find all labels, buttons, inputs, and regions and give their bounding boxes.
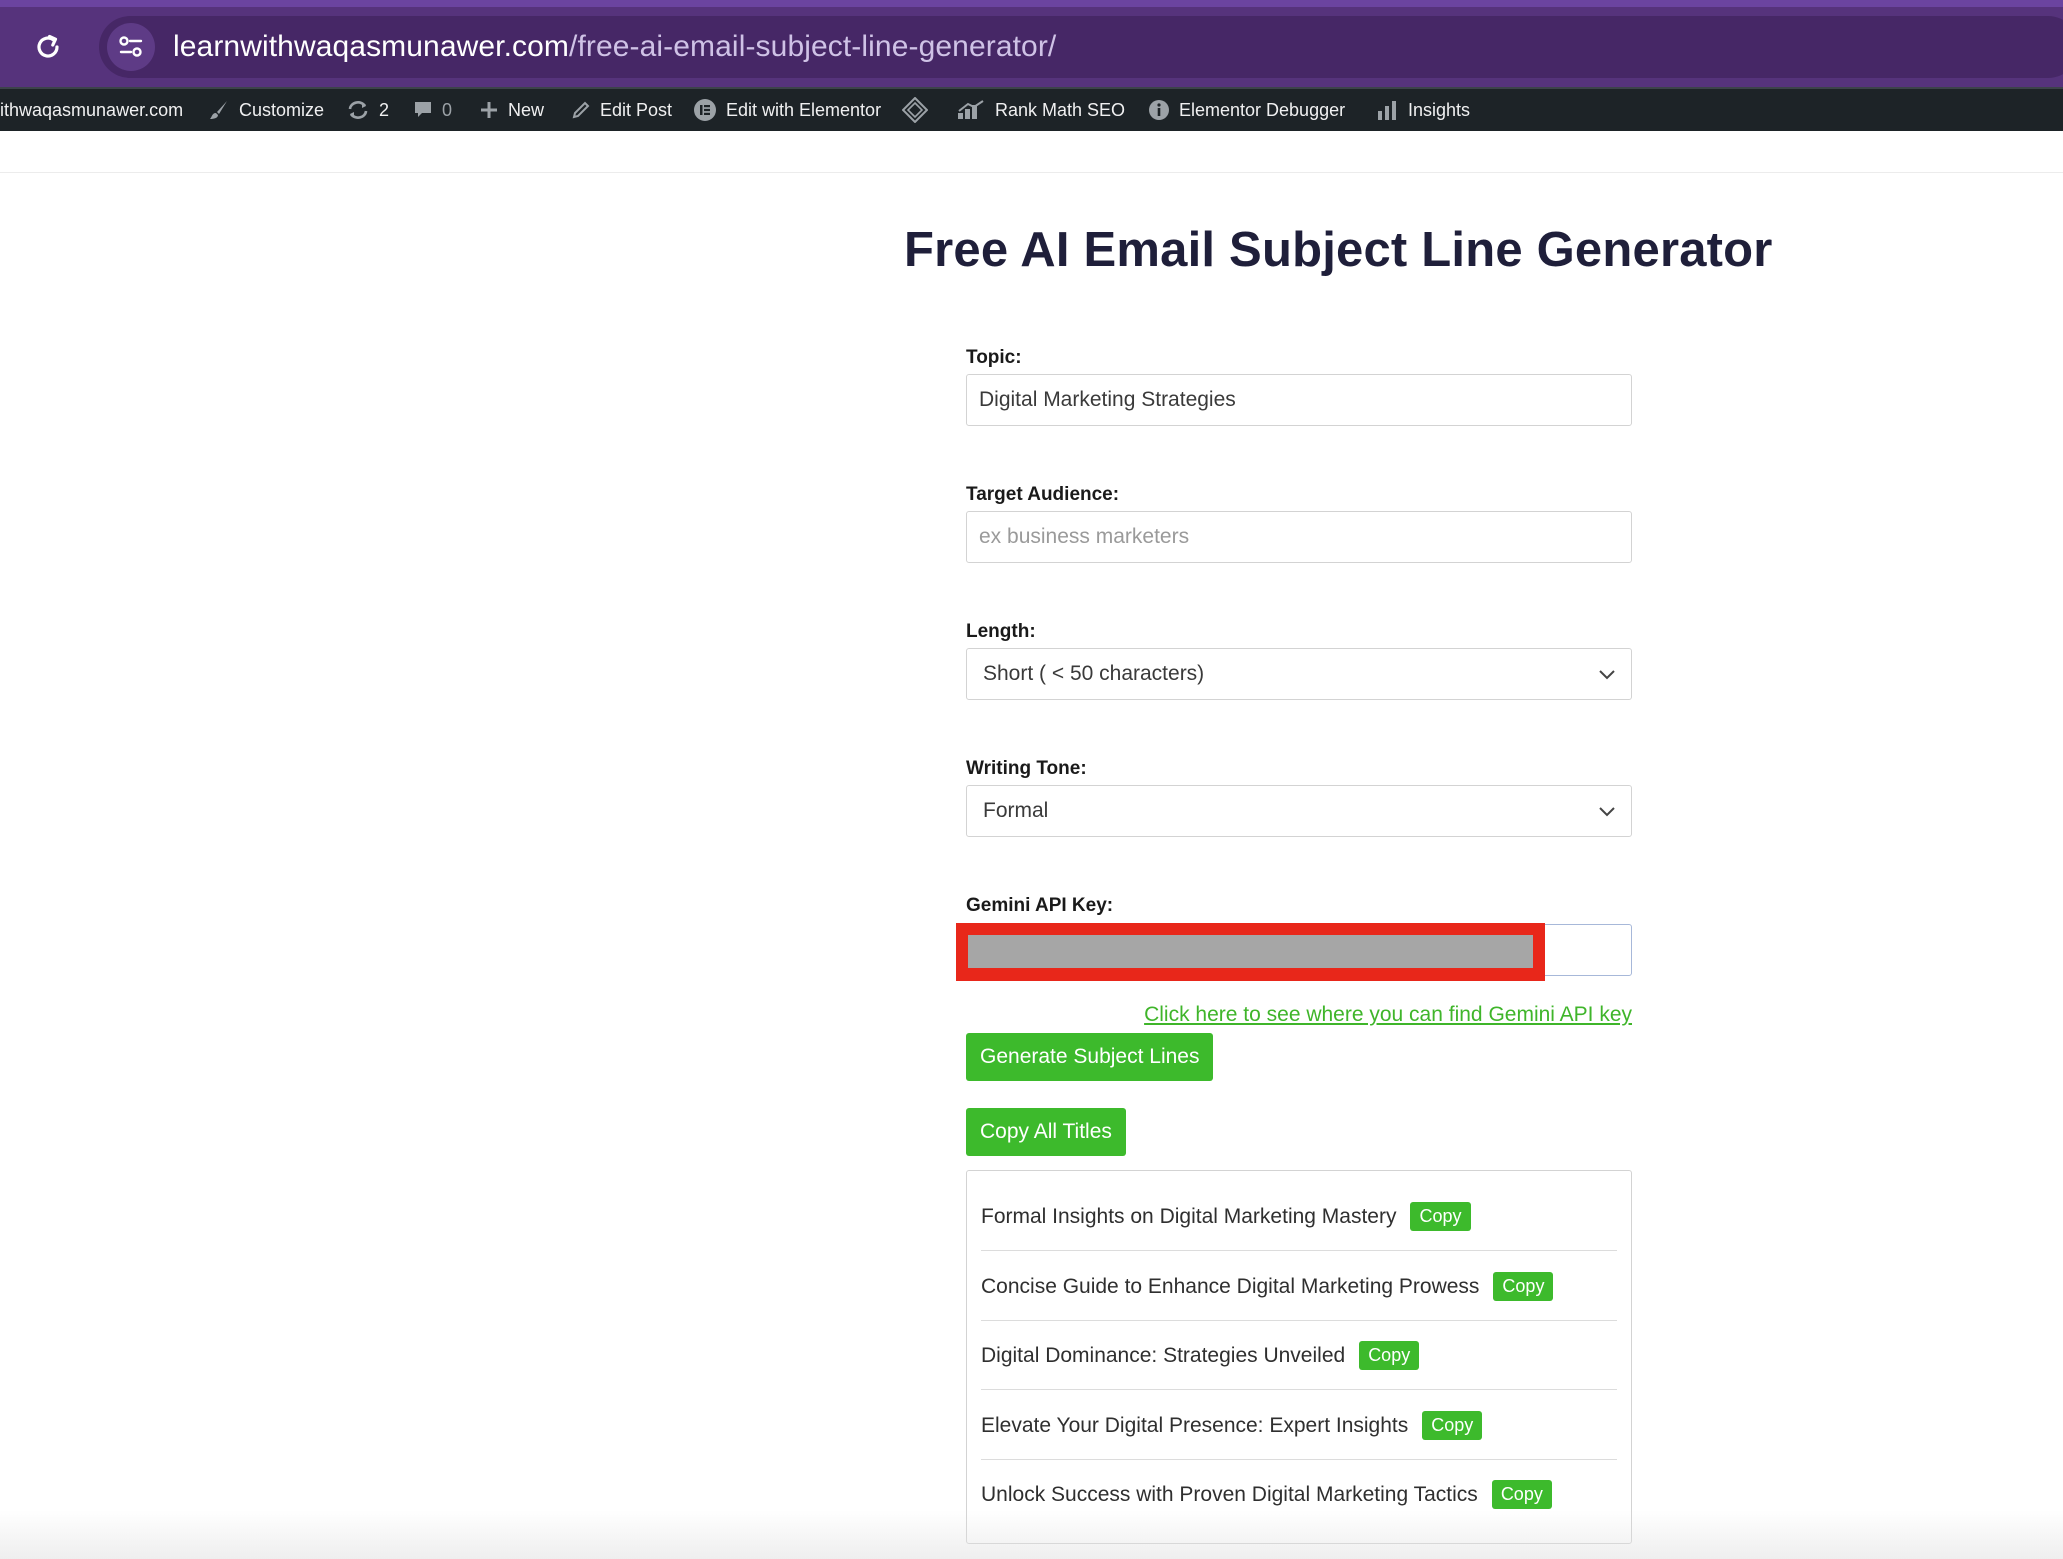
topic-label: Topic: [966,347,1022,368]
audience-input[interactable] [966,511,1632,563]
admin-diamond[interactable] [902,89,937,131]
admin-comments[interactable]: 0 [413,89,452,131]
admin-updates[interactable]: 2 [346,89,389,131]
chevron-down-icon [1597,665,1617,691]
admin-elementor-debugger[interactable]: Elementor Debugger [1148,89,1345,131]
redacted-api-key [968,935,1533,968]
url-host: learnwithwaqasmunawer.com [173,30,570,63]
tune-icon[interactable] [107,23,155,71]
admin-customize-label: Customize [239,99,325,120]
list-item: Elevate Your Digital Presence: Expert In… [981,1391,1617,1460]
divider [981,1389,1617,1390]
elementor-icon [693,98,717,122]
copy-button[interactable]: Copy [1422,1411,1483,1440]
divider [981,1250,1617,1251]
url-path: /free-ai-email-subject-line-generator/ [569,30,1057,63]
subject-line-text: Unlock Success with Proven Digital Marke… [981,1482,1478,1506]
list-item: Concise Guide to Enhance Digital Marketi… [981,1252,1617,1321]
admin-rank-math[interactable]: Rank Math SEO [956,89,1125,131]
admin-insights-label: Insights [1408,99,1471,120]
admin-site-name-label: ithwaqasmunawer.com [0,99,184,120]
tone-select[interactable]: Formal [966,785,1632,837]
api-key-label: Gemini API Key: [966,895,1114,916]
list-item: Digital Dominance: Strategies Unveiled C… [981,1321,1617,1390]
subject-line-text: Formal Insights on Digital Marketing Mas… [981,1204,1397,1228]
tone-label: Writing Tone: [966,758,1087,779]
subject-line-text: Digital Dominance: Strategies Unveiled [981,1343,1346,1367]
admin-elementor-debugger-label: Elementor Debugger [1179,99,1346,120]
length-label: Length: [966,621,1036,642]
length-select[interactable]: Short ( < 50 characters) [966,648,1632,700]
pencil-icon [571,100,591,120]
diamond-icon [902,97,928,123]
plus-icon [479,100,499,120]
admin-new[interactable]: New [479,89,544,131]
redaction-box [956,923,1545,981]
subject-line-text: Concise Guide to Enhance Digital Marketi… [981,1274,1480,1298]
list-item: Unlock Success with Proven Digital Marke… [981,1460,1617,1529]
url-text[interactable]: learnwithwaqasmunawer.com/free-ai-email-… [173,29,1056,65]
copy-button[interactable]: Copy [1359,1341,1420,1370]
admin-customize[interactable]: Customize [208,89,324,131]
comment-icon [413,100,433,120]
wp-admin-bar: ithwaqasmunawer.com Customize 2 0 New Ed… [0,87,2063,131]
admin-rank-math-label: Rank Math SEO [995,99,1126,120]
admin-edit-post[interactable]: Edit Post [571,89,672,131]
page-title: Free AI Email Subject Line Generator [904,223,1773,277]
rank-math-icon [956,99,986,121]
generate-subject-lines-button[interactable]: Generate Subject Lines [966,1033,1214,1081]
updates-count: 2 [379,99,390,120]
address-bar[interactable]: learnwithwaqasmunawer.com/free-ai-email-… [99,16,2063,78]
list-item: Formal Insights on Digital Marketing Mas… [981,1182,1617,1251]
copy-button[interactable]: Copy [1493,1272,1554,1301]
info-icon [1148,99,1170,121]
header-divider [0,172,2063,173]
updates-icon [346,99,370,121]
reload-icon[interactable] [30,29,66,65]
subject-line-text: Elevate Your Digital Presence: Expert In… [981,1413,1409,1437]
admin-edit-post-label: Edit Post [600,99,673,120]
copy-button[interactable]: Copy [1491,1480,1552,1509]
admin-site-name[interactable]: ithwaqasmunawer.com [0,89,183,131]
admin-insights[interactable]: Insights [1377,89,1470,131]
admin-new-label: New [508,99,545,120]
copy-button[interactable]: Copy [1410,1202,1471,1231]
audience-label: Target Audience: [966,484,1120,505]
results-list: Formal Insights on Digital Marketing Mas… [966,1170,1632,1544]
tone-select-value: Formal [983,799,1049,822]
comments-count: 0 [442,99,453,120]
copy-all-titles-button[interactable]: Copy All Titles [966,1108,1126,1156]
gemini-api-help-link[interactable]: Click here to see where you can find Gem… [1144,1003,1632,1027]
brush-icon [208,99,230,121]
bar-chart-icon [1377,99,1399,121]
browser-toolbar: learnwithwaqasmunawer.com/free-ai-email-… [0,0,2063,87]
chevron-down-icon [1597,802,1617,828]
topic-input[interactable] [966,374,1632,426]
length-select-value: Short ( < 50 characters) [983,662,1205,685]
admin-edit-elementor[interactable]: Edit with Elementor [693,89,881,131]
admin-edit-elementor-label: Edit with Elementor [726,99,882,120]
